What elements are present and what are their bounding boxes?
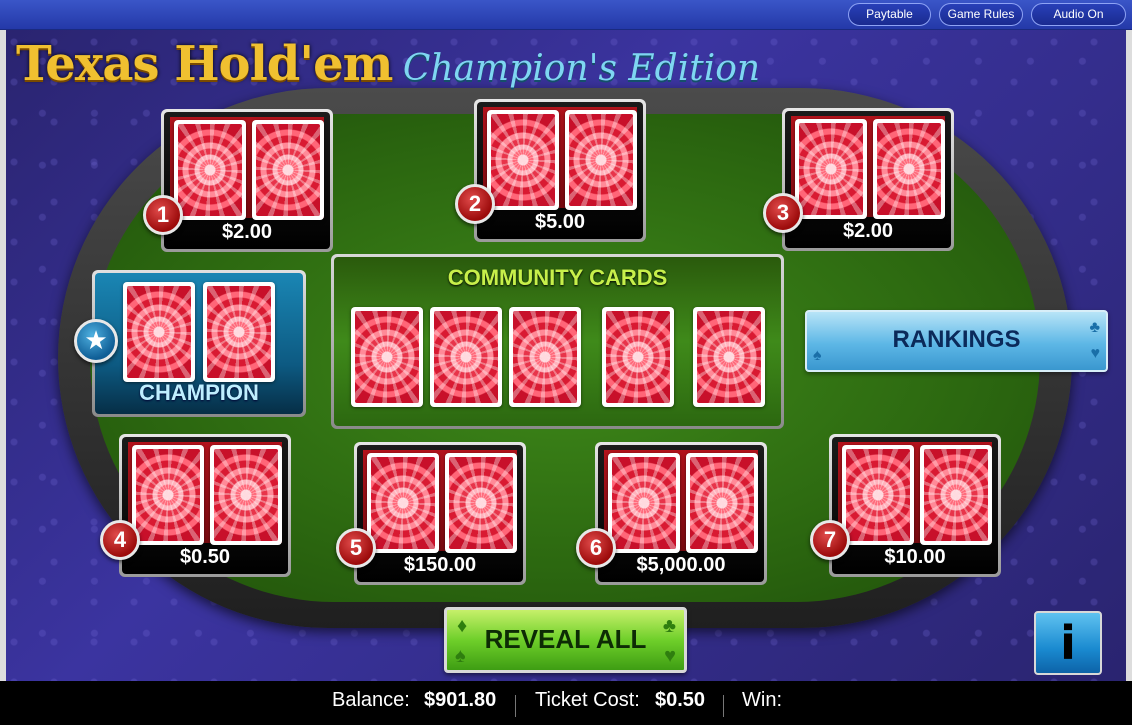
hand-number-badge: 1 [143, 195, 183, 235]
hand-3[interactable]: $2.00 [782, 108, 954, 251]
heart-icon: ♥ [664, 645, 676, 667]
balance-value: $901.80 [424, 689, 497, 711]
info-button[interactable]: i [1034, 611, 1102, 675]
hand-prize: $2.00 [221, 221, 273, 243]
card-back[interactable] [608, 453, 680, 553]
spade-icon: ♠ [455, 645, 466, 667]
hand-number-badge: 4 [100, 520, 140, 560]
card-back[interactable] [174, 120, 246, 220]
ticket-cost-value: $0.50 [655, 689, 706, 711]
card-back[interactable] [842, 445, 914, 545]
card-back[interactable] [210, 445, 282, 545]
hand-4[interactable]: $0.50 [119, 434, 291, 577]
balance-label: Balance: [332, 689, 410, 711]
heart-icon: ♥ [1090, 345, 1101, 362]
hand-prize: $10.00 [884, 546, 946, 568]
community-card[interactable] [509, 307, 581, 407]
card-back[interactable] [445, 453, 517, 553]
star-icon: ★ [74, 319, 118, 363]
logo-title: Texas Hold'em [16, 36, 393, 92]
hand-number-badge: 2 [455, 184, 495, 224]
card-back[interactable] [795, 119, 867, 219]
community-cards-title: COMMUNITY CARDS [447, 265, 668, 290]
champion-label: CHAMPION [139, 380, 259, 405]
hand-prize: $0.50 [179, 546, 231, 568]
status-divider [515, 695, 516, 717]
top-bar: Paytable Game Rules Audio On [0, 0, 1132, 30]
club-icon: ♣ [1089, 319, 1101, 336]
hand-number-badge: 6 [576, 528, 616, 568]
ticket-cost-label: Ticket Cost: [535, 689, 640, 711]
community-cards-panel: COMMUNITY CARDS [331, 254, 784, 429]
card-back[interactable] [920, 445, 992, 545]
card-back[interactable] [487, 110, 559, 210]
card-back[interactable] [873, 119, 945, 219]
logo-subtitle: Champion's Edition [402, 48, 761, 89]
community-card[interactable] [351, 307, 423, 407]
card-back[interactable] [367, 453, 439, 553]
audio-toggle-button[interactable]: Audio On [1031, 3, 1126, 26]
club-icon: ♣ [662, 615, 676, 637]
card-back[interactable] [252, 120, 324, 220]
hand-5[interactable]: $150.00 [354, 442, 526, 585]
hand-7[interactable]: $10.00 [829, 434, 1001, 577]
rankings-button[interactable]: RANKINGS ♠ ♣ ♥ [805, 310, 1108, 372]
hand-6[interactable]: $5,000.00 [595, 442, 767, 585]
hand-prize: $2.00 [842, 220, 894, 242]
diamond-icon: ♦ [457, 615, 468, 637]
card-back[interactable] [565, 110, 637, 210]
game-rules-button[interactable]: Game Rules [939, 3, 1023, 26]
spade-icon: ♠ [813, 347, 822, 364]
hand-2[interactable]: $5.00 [474, 99, 646, 242]
frame-border-right [1126, 30, 1132, 681]
win-label: Win: [742, 689, 782, 711]
hand-number-badge: 5 [336, 528, 376, 568]
champion-hand[interactable]: CHAMPION [92, 270, 306, 417]
hand-prize: $5,000.00 [636, 554, 726, 576]
reveal-all-button[interactable]: REVEAL ALL ♦ ♠ ♣ ♥ [444, 607, 687, 673]
rankings-label: RANKINGS [892, 326, 1021, 353]
hand-1[interactable]: $2.00 [161, 109, 333, 252]
status-divider [723, 695, 724, 717]
card-back[interactable] [132, 445, 204, 545]
card-back[interactable] [686, 453, 758, 553]
paytable-button[interactable]: Paytable [848, 3, 931, 26]
community-card[interactable] [430, 307, 502, 407]
card-back[interactable] [123, 282, 195, 382]
hand-prize: $5.00 [534, 211, 586, 233]
status-bar: Balance: $901.80 Ticket Cost: $0.50 Win: [0, 681, 1132, 725]
card-back[interactable] [203, 282, 275, 382]
community-card[interactable] [602, 307, 674, 407]
game-logo: Texas Hold'em Champion's Edition [16, 36, 760, 96]
hand-prize: $150.00 [403, 554, 477, 576]
community-card[interactable] [693, 307, 765, 407]
reveal-all-label: REVEAL ALL [484, 624, 647, 654]
hand-number-badge: 7 [810, 520, 850, 560]
hand-number-badge: 3 [763, 193, 803, 233]
